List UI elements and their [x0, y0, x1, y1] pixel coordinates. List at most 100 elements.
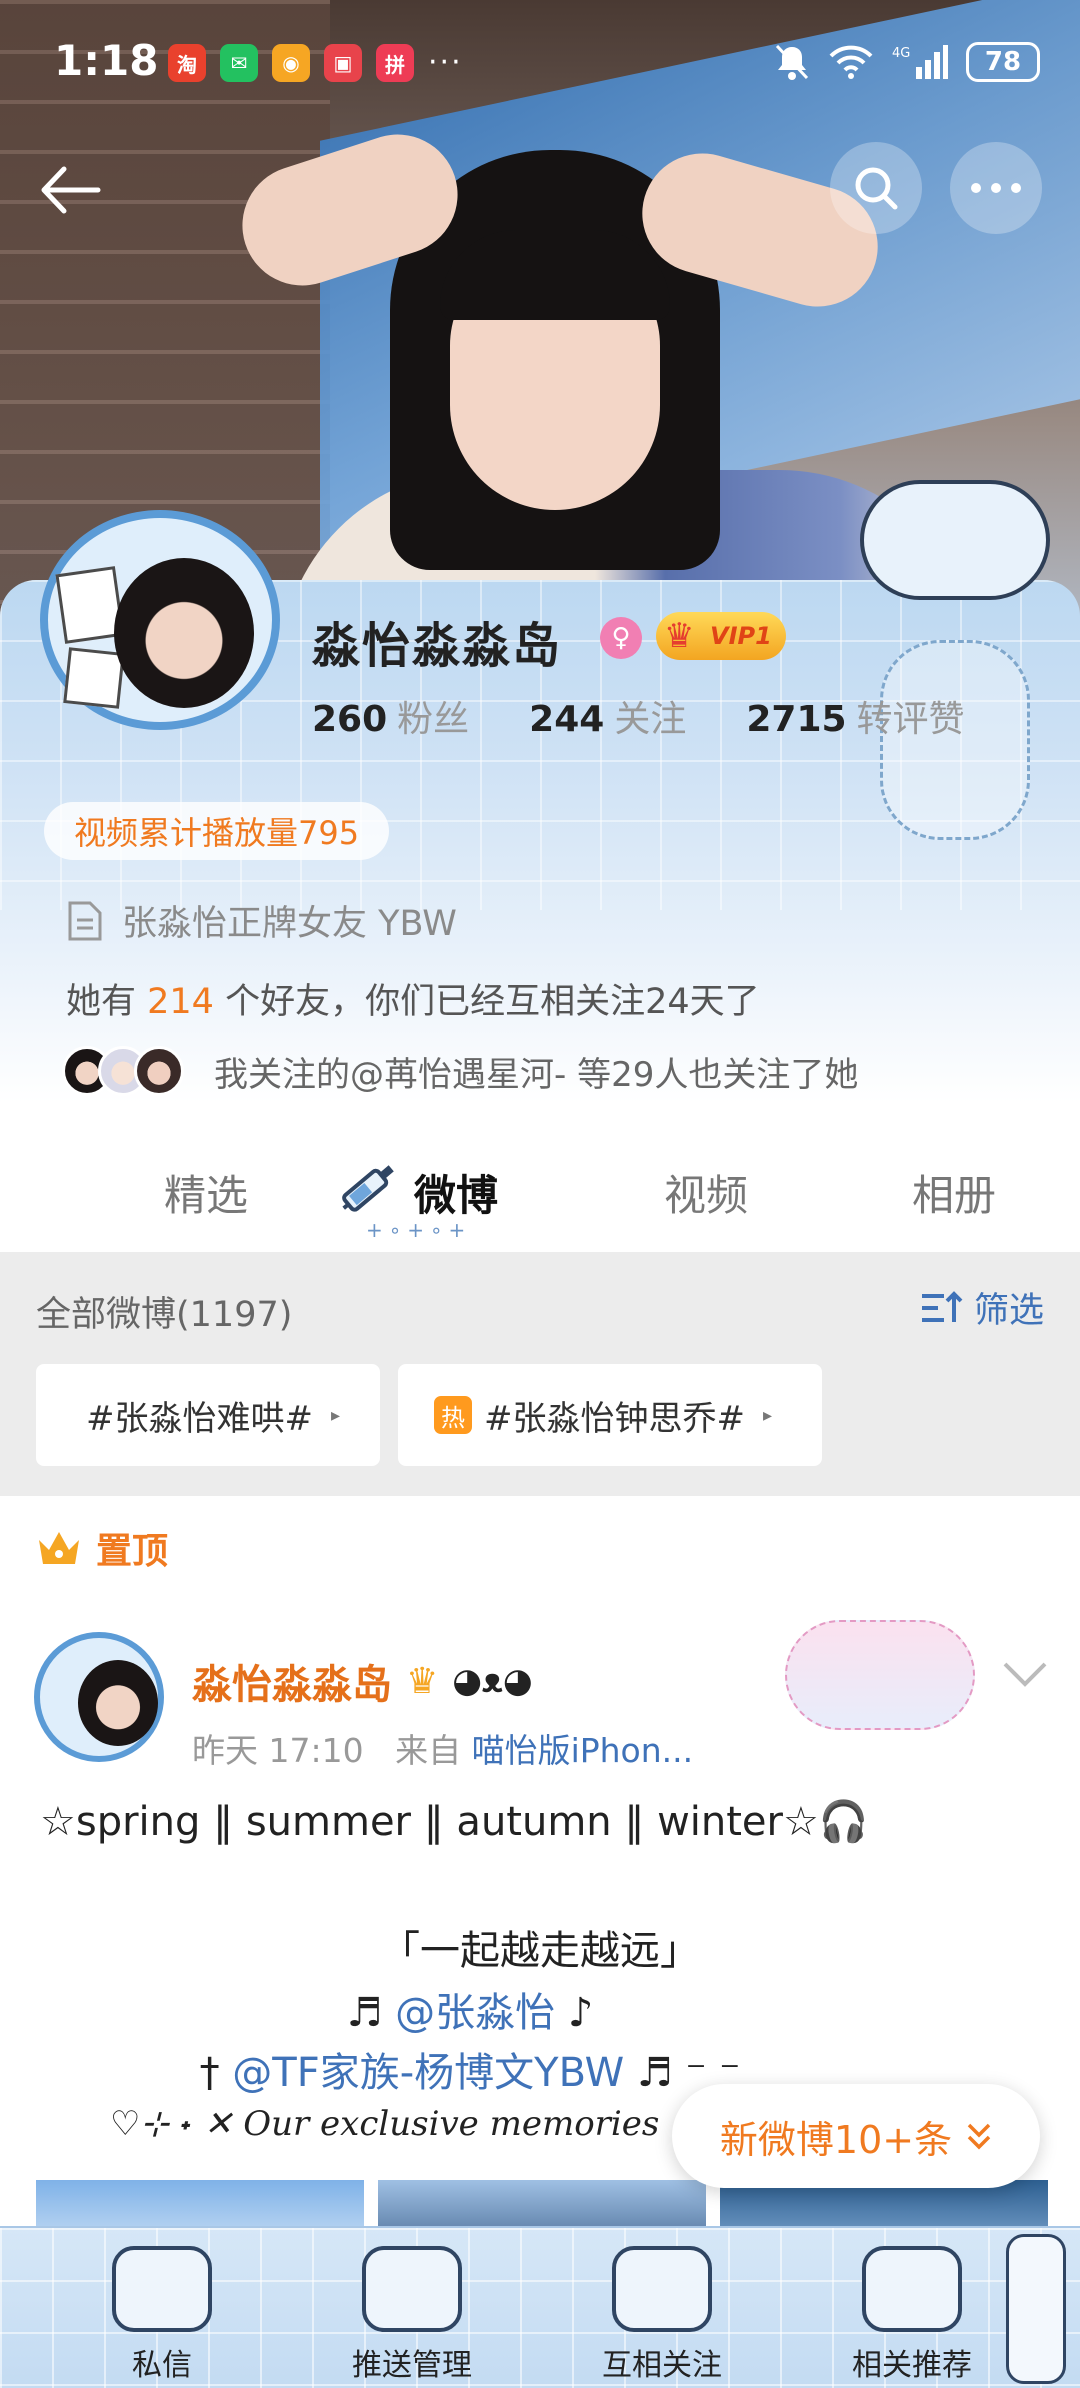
double-chevron-down-icon	[967, 2123, 991, 2150]
more-button[interactable]	[950, 142, 1042, 234]
pinned-text: 置顶	[96, 1531, 169, 1572]
female-gender-icon: ♀	[600, 617, 642, 659]
topic-chip[interactable]: #张淼怡难哄# ▸	[36, 1364, 380, 1466]
profile-name: 淼怡淼淼岛	[312, 618, 563, 674]
stat-following[interactable]: 244 关注	[529, 690, 686, 742]
filter-button[interactable]: 筛选	[920, 1282, 1044, 1333]
mutual-avatar	[134, 1046, 184, 1096]
vip-label: VIP1	[710, 622, 772, 650]
pinned-label: 置顶	[36, 1522, 168, 1574]
bottom-bar-label: 互相关注	[602, 2348, 722, 2383]
stat-fans[interactable]: 260 粉丝	[312, 690, 469, 742]
bottom-bar-label: 相关推荐	[852, 2348, 972, 2383]
status-bar: 1:18 淘 ✉ ◉ ▣ 拼 ··· 4G 78	[0, 30, 1080, 100]
chevron-right-icon: ▸	[330, 1404, 341, 1426]
stat-fans-label: 粉丝	[397, 699, 470, 740]
crown-icon	[39, 1532, 79, 1564]
bottom-bar-label: 推送管理	[352, 2348, 472, 2383]
post-text: ♪	[555, 1990, 594, 2036]
related-recommend-button[interactable]: 相关推荐	[812, 2246, 1012, 2384]
app-taobao-icon: 淘	[168, 44, 206, 82]
post-avatar-photo	[78, 1660, 158, 1746]
signal-icon: 4G	[892, 45, 948, 79]
weibo-filter-section: 全部微博(1197) 筛选 #张淼怡难哄# ▸ 热 #张淼怡钟思乔# ▸	[0, 1252, 1080, 1496]
post-text: †	[199, 2050, 233, 2096]
chevron-down-icon[interactable]	[1002, 1660, 1048, 1688]
topic-chip-label: #张淼怡钟思乔#	[484, 1398, 745, 1439]
back-button[interactable]	[30, 150, 110, 230]
post-author[interactable]: 淼怡淼淼岛 ♛ ◕ᴥ◕	[192, 1652, 533, 1710]
tab-featured[interactable]: 精选	[164, 1162, 248, 1223]
profile-stats: 260 粉丝 244 关注 2715 转评赞	[312, 690, 965, 742]
all-weibo-count: 全部微博(1197)	[36, 1295, 293, 1335]
app-pinduoduo-icon: 拼	[376, 44, 414, 82]
cover-person-fringe	[440, 230, 670, 320]
post-meta: 昨天 17:10 来自 喵怡版iPhon...	[192, 1724, 693, 1772]
topic-chip-label: #张淼怡难哄#	[86, 1398, 313, 1439]
stat-following-count: 244	[529, 699, 605, 740]
stat-following-label: 关注	[614, 699, 687, 740]
stat-interactions-label: 转评赞	[856, 699, 965, 740]
vip-badge[interactable]: ♛ VIP1	[656, 612, 786, 660]
private-message-button[interactable]: 私信	[62, 2246, 262, 2384]
app-weibo-icon: ◉	[272, 44, 310, 82]
mention-link[interactable]: @张淼怡	[395, 1990, 555, 2036]
stat-fans-count: 260	[312, 699, 388, 740]
post-text: ♬	[346, 1990, 396, 2036]
battery-indicator: 78	[966, 42, 1040, 82]
mutual-followers-text: 我关注的@苒怡遇星河- 等29人也关注了她	[214, 1054, 859, 1095]
back-arrow-icon	[41, 166, 101, 214]
tab-weibo[interactable]: 微博	[414, 1162, 498, 1223]
video-play-count-badge[interactable]: 视频累计播放量795	[44, 802, 390, 860]
app-reader-icon: ▣	[324, 44, 362, 82]
mutual-followers-row[interactable]: 我关注的@苒怡遇星河- 等29人也关注了她	[62, 1046, 858, 1096]
bottom-action-bar: 私信 推送管理 互相关注 相关推荐	[0, 2226, 1080, 2388]
post-author-name: 淼怡淼淼岛	[192, 1662, 392, 1708]
post-source[interactable]: 喵怡版iPhon...	[472, 1731, 694, 1770]
status-more-icon: ···	[428, 45, 463, 80]
post-line: ☆spring ‖ summer ‖ autumn ‖ winter☆🎧	[40, 1799, 869, 1845]
syringe-icon	[342, 1165, 394, 1212]
status-system-icons: 4G 78	[774, 42, 1040, 82]
chevron-right-icon: ▸	[762, 1404, 773, 1426]
status-app-icons: 淘 ✉ ◉ ▣ 拼 ···	[168, 44, 463, 82]
message-book-icon	[112, 2246, 212, 2332]
mention-link[interactable]: @TF家族-杨博文YBW	[232, 2050, 624, 2096]
panda-icon: ◕ᴥ◕	[452, 1661, 533, 1701]
post-from-label: 来自	[395, 1731, 462, 1770]
tab-album[interactable]: 相册	[912, 1162, 996, 1223]
more-dots-icon	[971, 183, 1021, 193]
tab-video[interactable]: 视频	[664, 1162, 748, 1223]
bio-text: 张淼怡正牌女友 YBW	[122, 904, 457, 944]
stat-interactions[interactable]: 2715 转评赞	[746, 690, 964, 742]
filter-sort-icon	[921, 1290, 963, 1322]
mutual-follow-button[interactable]: 互相关注	[562, 2246, 762, 2384]
crown-icon: ♛	[664, 616, 695, 656]
app-wechat-icon: ✉	[220, 44, 258, 82]
search-button[interactable]	[830, 142, 922, 234]
hot-badge-icon: 热	[434, 1396, 472, 1434]
profile-tabs: 精选 微博 +∘+∘+ 视频 相册	[0, 1140, 1080, 1252]
topic-chip-hot[interactable]: 热 #张淼怡钟思乔# ▸	[398, 1364, 822, 1466]
crown-badge-icon: ♛	[406, 1660, 439, 1702]
mute-icon	[775, 44, 809, 80]
filter-label: 筛选	[973, 1291, 1044, 1331]
profile-avatar[interactable]	[40, 510, 280, 730]
search-icon	[855, 167, 898, 210]
bunny-mascot-icon	[612, 2246, 712, 2332]
friends-suffix: 个好友，你们已经互相关注24天了	[213, 982, 760, 1022]
post-author-avatar[interactable]	[34, 1632, 164, 1762]
status-time: 1:18	[54, 36, 159, 85]
bunny-cloud-sticker-icon	[785, 1620, 975, 1730]
post-line: ♬ @张淼怡 ♪	[0, 1980, 940, 2038]
mutual-friends-info[interactable]: 她有 214 个好友，你们已经互相关注24天了	[66, 973, 760, 1024]
bunny-nurse-icon	[862, 2246, 962, 2332]
avatar-photo	[114, 558, 254, 708]
svg-text:4G: 4G	[892, 46, 910, 61]
syringe-sticker-icon	[860, 480, 1050, 600]
push-settings-button[interactable]: 推送管理	[312, 2246, 512, 2384]
friends-prefix: 她有	[66, 982, 148, 1022]
post-line: 「一起越走越远」	[380, 1928, 700, 1974]
stat-interactions-count: 2715	[746, 699, 847, 740]
new-posts-button[interactable]: 新微博10+条	[672, 2084, 1040, 2188]
